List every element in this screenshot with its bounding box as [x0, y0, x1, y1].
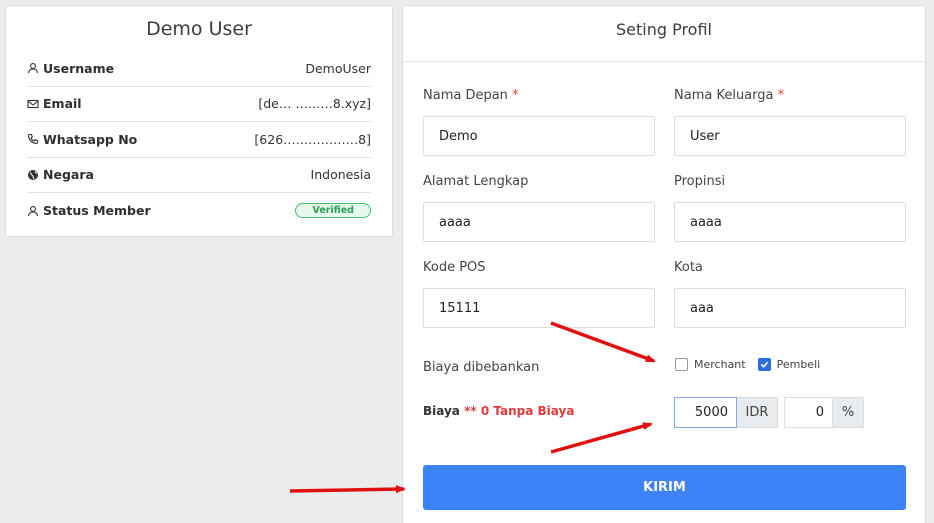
info-row-email: Email [de… ………8.xyz] [27, 87, 371, 122]
merchant-option[interactable]: Merchant [675, 358, 746, 371]
nama-keluarga-label: Nama Keluarga * [674, 88, 785, 103]
info-value-whatsapp: [626………………8] [254, 131, 371, 147]
info-value-username: DemoUser [305, 60, 371, 76]
field-nama-depan: Nama Depan * Demo [423, 88, 655, 156]
nama-depan-label: Nama Depan * [423, 88, 519, 103]
status-badge: Verified [295, 203, 371, 219]
field-kota: Kota aaa [674, 260, 906, 328]
biaya-amount-group: 5000 IDR [674, 397, 778, 428]
biaya-dibebankan-options: Merchant Pembeli [675, 358, 832, 371]
biaya-label: Biaya ** 0 Tanpa Biaya [423, 404, 575, 418]
kode-pos-input[interactable]: 15111 [423, 288, 655, 328]
required-marker: * [512, 88, 519, 103]
kota-label: Kota [674, 260, 703, 275]
merchant-label: Merchant [694, 358, 746, 371]
info-row-whatsapp: Whatsapp No [626………………8] [27, 122, 371, 158]
propinsi-label: Propinsi [674, 174, 726, 189]
info-label-whatsapp: Whatsapp No [43, 131, 138, 147]
nama-depan-input[interactable]: Demo [423, 116, 655, 156]
info-label-status-member: Status Member [43, 203, 151, 219]
field-propinsi: Propinsi aaaa [674, 174, 906, 242]
info-label-username: Username [43, 60, 115, 76]
alamat-input[interactable]: aaaa [423, 202, 655, 242]
phone-icon [27, 134, 39, 145]
info-row-status-member: Status Member Verified [27, 193, 371, 229]
alamat-label: Alamat Lengkap [423, 174, 529, 189]
merchant-checkbox[interactable] [675, 358, 688, 371]
biaya-dibebankan-label: Biaya dibebankan [423, 360, 540, 375]
propinsi-input[interactable]: aaaa [674, 202, 906, 242]
profile-settings-card: Seting Profil Nama Depan * Demo Nama Kel… [402, 5, 926, 523]
field-alamat: Alamat Lengkap aaaa [423, 174, 655, 242]
user-check-icon [27, 205, 39, 216]
check-icon [760, 361, 768, 368]
info-label-negara: Negara [43, 167, 94, 183]
user-icon [27, 63, 39, 74]
user-card-title: Demo User [146, 18, 252, 40]
currency-addon: IDR [737, 397, 778, 428]
kode-pos-label: Kode POS [423, 260, 486, 275]
kirim-button[interactable]: KIRIM [423, 465, 906, 510]
info-row-negara: Negara Indonesia [27, 158, 371, 193]
required-marker: * [777, 88, 785, 103]
pembeli-checkbox[interactable] [757, 358, 771, 371]
biaya-note: ** 0 Tanpa Biaya [464, 404, 575, 418]
biaya-amount-input[interactable]: 5000 [674, 397, 737, 428]
info-row-username: Username DemoUser [27, 51, 371, 87]
user-info-list: Username DemoUser Email [de… ………8.xyz] W… [27, 51, 371, 229]
pembeli-option[interactable]: Pembeli [757, 358, 821, 371]
nama-keluarga-input[interactable]: User [674, 116, 906, 156]
percent-addon: % [833, 397, 864, 428]
profile-card-title: Seting Profil [403, 6, 925, 62]
pembeli-label: Pembeli [776, 358, 821, 371]
mail-icon [27, 99, 39, 108]
biaya-percent-input[interactable]: 0 [784, 397, 833, 428]
field-nama-keluarga: Nama Keluarga * User [674, 88, 906, 156]
field-kode-pos: Kode POS 15111 [423, 260, 655, 328]
biaya-percent-group: 0 % [784, 397, 864, 428]
arrow-to-kirim [289, 485, 406, 494]
info-label-email: Email [43, 96, 82, 112]
info-value-negara: Indonesia [310, 167, 371, 183]
user-info-card: Demo User Username DemoUser Email [de… …… [5, 5, 393, 237]
kota-input[interactable]: aaa [674, 288, 906, 328]
globe-icon [28, 169, 38, 180]
info-value-email: [de… ………8.xyz] [258, 96, 371, 112]
